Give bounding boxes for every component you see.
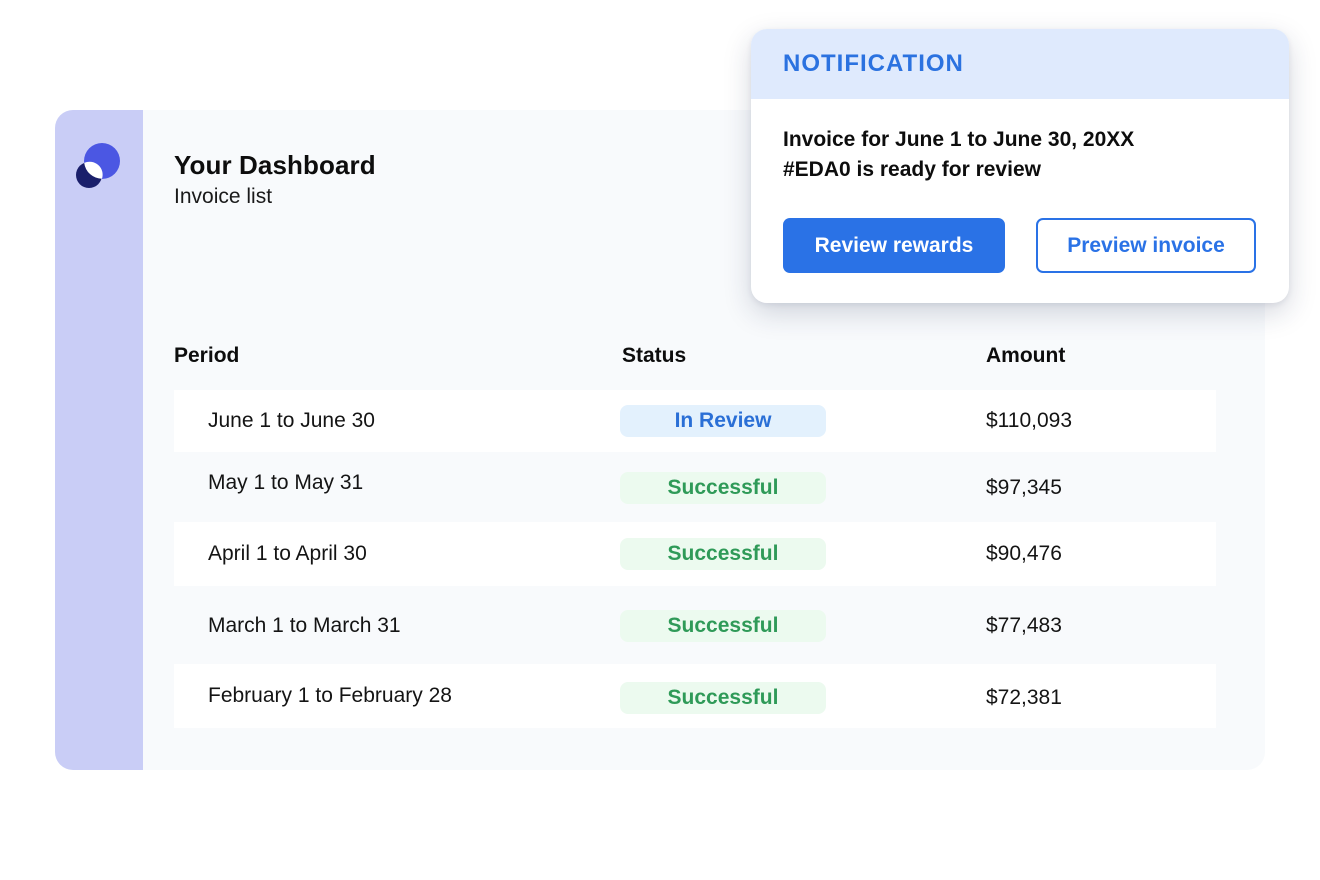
status-badge: Successful	[620, 538, 826, 570]
notification-header: NOTIFICATION	[751, 29, 1289, 99]
notification-panel: NOTIFICATION Invoice for June 1 to June …	[751, 29, 1289, 303]
row-period: May 1 to May 31	[208, 471, 364, 494]
table-row[interactable]: March 1 to March 31 Successful $77,483	[174, 594, 1216, 656]
table-header: Period Status Amount	[174, 342, 1216, 374]
notification-message-line1: Invoice for June 1 to June 30, 20XX	[783, 128, 1135, 151]
page-subtitle: Invoice list	[174, 185, 273, 208]
column-header-amount: Amount	[986, 344, 1066, 367]
review-rewards-button[interactable]: Review rewards	[783, 218, 1005, 273]
row-amount: $110,093	[986, 409, 1073, 432]
row-amount: $72,381	[986, 686, 1062, 709]
table-row[interactable]: June 1 to June 30 In Review $110,093	[174, 390, 1216, 452]
table-row[interactable]: April 1 to April 30 Successful $90,476	[174, 522, 1216, 586]
status-badge: In Review	[620, 405, 826, 437]
notification-message-line2: #EDA0 is ready for review	[783, 158, 1041, 181]
stage: Your Dashboard Invoice list Period Statu…	[0, 0, 1320, 880]
table-body: June 1 to June 30 In Review $110,093 May 1 …	[174, 390, 1216, 730]
column-header-status: Status	[622, 344, 687, 367]
table-row[interactable]: May 1 to May 31 Successful $97,345	[174, 454, 1216, 516]
status-badge: Successful	[620, 472, 826, 504]
table-row[interactable]: February 1 to February 28 Successful $72,3…	[174, 664, 1216, 728]
row-period: March 1 to March 31	[208, 614, 401, 637]
dashboard-header: Your Dashboard Invoice list	[174, 150, 376, 209]
column-header-period: Period	[174, 344, 240, 367]
logo-icon[interactable]	[75, 140, 121, 192]
row-period: April 1 to April 30	[208, 542, 367, 565]
page-title: Your Dashboard	[174, 150, 376, 180]
preview-invoice-button[interactable]: Preview invoice	[1036, 218, 1256, 273]
notification-message: Invoice for June 1 to June 30, 20XX #EDA…	[783, 125, 1253, 185]
sidebar	[55, 110, 143, 770]
status-badge: Successful	[620, 682, 826, 714]
row-amount: $77,483	[986, 614, 1062, 637]
row-amount: $97,345	[986, 476, 1062, 499]
row-amount: $90,476	[986, 542, 1062, 565]
notification-title: NOTIFICATION	[783, 50, 964, 77]
row-period: February 1 to February 28	[208, 684, 452, 707]
invoice-table: Period Status Amount June 1 to June 30 In…	[174, 342, 1216, 730]
status-badge: Successful	[620, 610, 826, 642]
row-period: June 1 to June 30	[208, 409, 375, 432]
